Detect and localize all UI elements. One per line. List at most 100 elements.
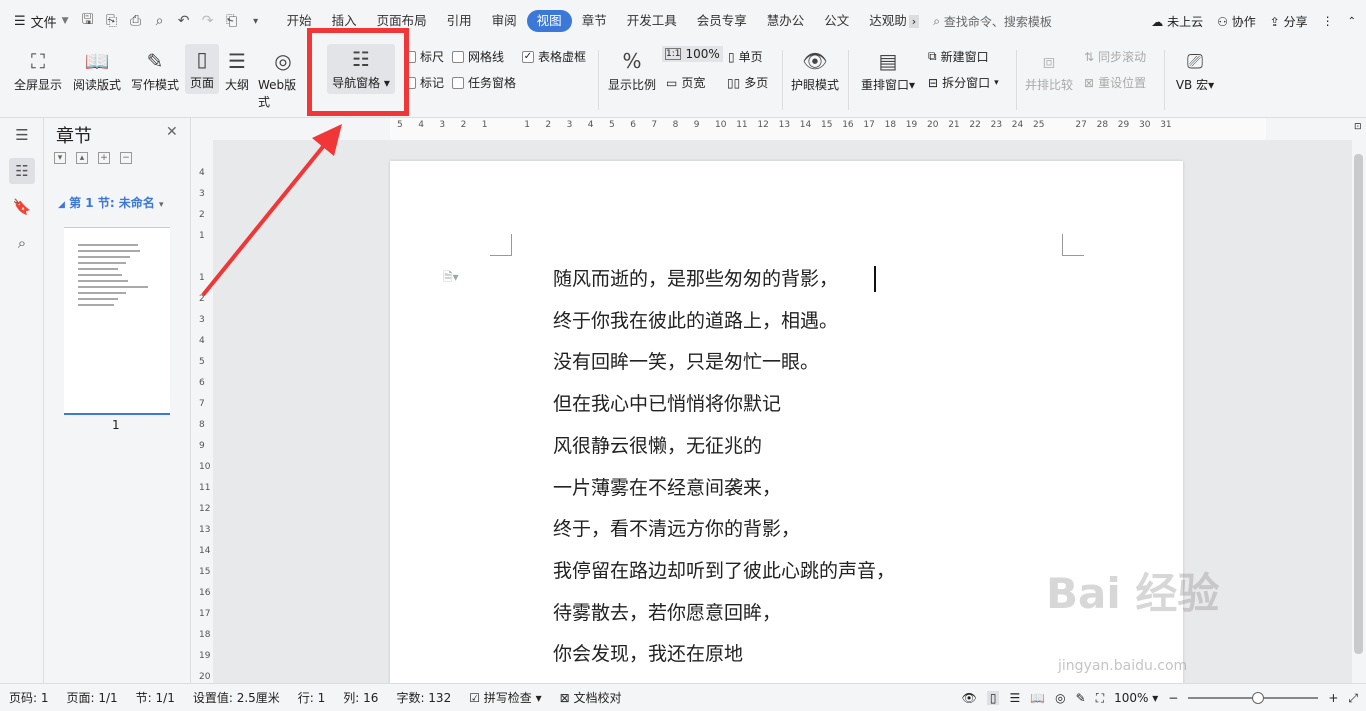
tab-member[interactable]: 会员专享: [687, 10, 757, 32]
status-pages[interactable]: 页面: 1/1: [58, 689, 127, 706]
doc-check-button[interactable]: ⊠ 文档校对: [551, 689, 631, 706]
zoom-slider[interactable]: [1188, 692, 1319, 704]
document-line[interactable]: 终于你我在彼此的道路上，相遇。: [553, 306, 838, 333]
bookmark-icon[interactable]: 🔖: [9, 194, 35, 220]
document-line[interactable]: 但在我心中已悄悄将你默记: [553, 389, 781, 416]
outline-view-icon[interactable]: ☰: [1009, 691, 1020, 705]
more-menu-icon[interactable]: ⋮: [1322, 14, 1334, 28]
close-icon[interactable]: ✕: [166, 124, 178, 140]
page-width-button[interactable]: ▭ 页宽: [666, 74, 705, 91]
page-view-button[interactable]: ▯ 页面: [185, 44, 219, 94]
tab-references[interactable]: 引用: [437, 10, 482, 32]
document-line[interactable]: 一片薄雾在不经意间袭来，: [553, 473, 781, 500]
zoom-out-icon[interactable]: −: [1168, 691, 1178, 705]
vb-macro-button[interactable]: ⎚ VB 宏▾: [1170, 46, 1220, 93]
tab-chapter[interactable]: 章节: [572, 10, 617, 32]
collapse-ribbon-icon[interactable]: ⌃: [1348, 16, 1356, 27]
taskpane-checkbox[interactable]: 任务窗格: [452, 74, 516, 91]
zoom-in-icon[interactable]: +: [1328, 691, 1338, 705]
redo-icon[interactable]: ↷: [199, 13, 217, 29]
print-icon[interactable]: ⎙: [127, 13, 145, 29]
paragraph-options-icon[interactable]: 🗎▾: [443, 268, 459, 289]
document-icon[interactable]: ☰: [9, 122, 35, 148]
web-layout-button[interactable]: ◎ Web版式: [258, 46, 308, 110]
writing-mode-button[interactable]: ✎ 写作模式: [128, 46, 182, 93]
print-preview-icon[interactable]: ⌕: [151, 13, 169, 29]
ruler-tick: 23: [990, 120, 1003, 130]
status-page-code[interactable]: 页码: 1: [0, 689, 58, 706]
arrange-window-button[interactable]: ▤ 重排窗口▾: [856, 46, 920, 93]
outline-view-button[interactable]: ☰ 大纲: [222, 46, 252, 93]
search-icon[interactable]: ⌕: [9, 230, 35, 256]
fullscreen-button[interactable]: ⛶ 全屏显示: [10, 46, 66, 93]
reset-position-button[interactable]: ⊠ 重设位置: [1084, 74, 1146, 91]
document-line[interactable]: 风很静云很懒，无征兆的: [553, 431, 762, 458]
document-line[interactable]: 随风而逝的，是那些匆匆的背影，: [553, 264, 838, 291]
eye-protection-button[interactable]: 👁 护眼模式: [788, 46, 842, 93]
tab-official-doc[interactable]: 公文: [814, 10, 859, 32]
status-words[interactable]: 字数: 132: [387, 689, 460, 706]
document-line[interactable]: 终于，看不清远方你的背影，: [553, 514, 800, 541]
tabs-scroll-right-icon[interactable]: ›: [908, 14, 920, 28]
side-by-side-compare-button[interactable]: ⧈ 并排比较: [1022, 46, 1076, 93]
save-icon[interactable]: 🖫: [79, 9, 97, 33]
fit-page-icon[interactable]: ⛶: [1096, 691, 1104, 706]
expand-icon[interactable]: ▾: [54, 152, 66, 164]
zoom-slider-handle[interactable]: [1252, 692, 1265, 704]
horizontal-ruler[interactable]: 5 4 3 2 1 1 2 3 4 5 6 7 8 9 10 11 12 13 14 15 16 17 18 19 20 21 22…: [191, 118, 1352, 140]
section-item-label: 第 1 节: 未命名: [69, 196, 155, 210]
collapse-icon[interactable]: ▴: [76, 152, 88, 164]
multi-page-button[interactable]: ▯▯ 多页: [727, 74, 768, 91]
reading-layout-button[interactable]: 📖 阅读版式: [70, 46, 124, 93]
status-section[interactable]: 节: 1/1: [127, 689, 184, 706]
gridlines-checkbox[interactable]: 网格线: [452, 48, 504, 65]
section-item[interactable]: ◢ 第 1 节: 未命名 ▾: [58, 194, 164, 211]
vertical-ruler[interactable]: 4 3 2 1 1 2 3 4 5 6 7 8 9 10 11 12 13 14 15 16 17 18 19 20: [191, 140, 213, 683]
web-view-icon[interactable]: ◎: [1055, 691, 1065, 705]
export-pdf-icon[interactable]: ⎘: [103, 13, 121, 29]
tab-daguan[interactable]: 达观助: [859, 10, 909, 32]
split-window-button[interactable]: ⊟ 拆分窗口 ▾: [928, 74, 999, 91]
ruler-checkbox[interactable]: 标尺: [404, 48, 444, 65]
share-button[interactable]: ⇪ 分享: [1270, 13, 1308, 30]
undo-icon[interactable]: ↶: [175, 13, 193, 29]
tab-developer[interactable]: 开发工具: [617, 10, 687, 32]
cloud-status-button[interactable]: ☁ 未上云: [1151, 13, 1203, 30]
collaborate-button[interactable]: ⚇ 协作: [1217, 13, 1256, 30]
status-settings[interactable]: 设置值: 2.5厘米: [184, 689, 289, 706]
marks-checkbox[interactable]: 标记: [404, 74, 444, 91]
tab-smart-office[interactable]: 慧办公: [757, 10, 815, 32]
page-thumbnail[interactable]: [64, 227, 170, 415]
remove-section-icon[interactable]: −: [120, 152, 132, 164]
zoom-level[interactable]: 100% ▾: [1114, 691, 1158, 705]
table-border-checkbox[interactable]: ✓ 表格虚框: [522, 48, 586, 65]
tab-view[interactable]: 视图: [526, 10, 572, 32]
pen-icon[interactable]: ✎: [1076, 691, 1086, 705]
reading-view-icon[interactable]: 📖: [1030, 691, 1045, 705]
document-line[interactable]: 待雾散去，若你愿意回眸，: [553, 598, 781, 625]
zoom-100-button[interactable]: 1:1 100%: [662, 46, 723, 62]
eye-icon[interactable]: 👁: [962, 691, 977, 705]
fullscreen-icon[interactable]: ⤢: [1348, 691, 1358, 706]
sync-scroll-button[interactable]: ⇅ 同步滚动: [1084, 48, 1146, 65]
scrollbar-thumb[interactable]: [1354, 154, 1363, 654]
vertical-scrollbar[interactable]: ⊡: [1352, 118, 1366, 683]
page-view-icon[interactable]: ▯: [986, 691, 1000, 705]
document-line[interactable]: 没有回眸一笑，只是匆忙一眼。: [553, 347, 819, 374]
customize-toolbar-icon[interactable]: ▾: [247, 16, 265, 27]
status-col[interactable]: 列: 16: [334, 689, 387, 706]
spell-check-button[interactable]: ☑ 拼写检查 ▾: [460, 689, 550, 706]
add-section-icon[interactable]: +: [98, 152, 110, 164]
command-search[interactable]: ⌕ 查找命令、搜索模板: [933, 13, 1052, 30]
single-page-button[interactable]: ▯ 单页: [728, 48, 763, 65]
document-line[interactable]: 你会发现，我还在原地: [553, 639, 743, 666]
zoom-ratio-button[interactable]: % 显示比例: [606, 46, 658, 93]
document-line[interactable]: 我停留在路边却听到了彼此心跳的声音，: [553, 556, 895, 583]
scroll-up-icon[interactable]: ⊡: [1354, 122, 1362, 132]
new-window-button[interactable]: ⧉ 新建窗口: [928, 48, 989, 65]
chapter-nav-icon[interactable]: ☷: [9, 158, 35, 184]
tab-review[interactable]: 审阅: [482, 10, 527, 32]
status-row[interactable]: 行: 1: [289, 689, 335, 706]
file-menu-button[interactable]: ☰ 文件 ▼: [0, 0, 79, 42]
format-painter-icon[interactable]: ⎗: [223, 13, 241, 29]
